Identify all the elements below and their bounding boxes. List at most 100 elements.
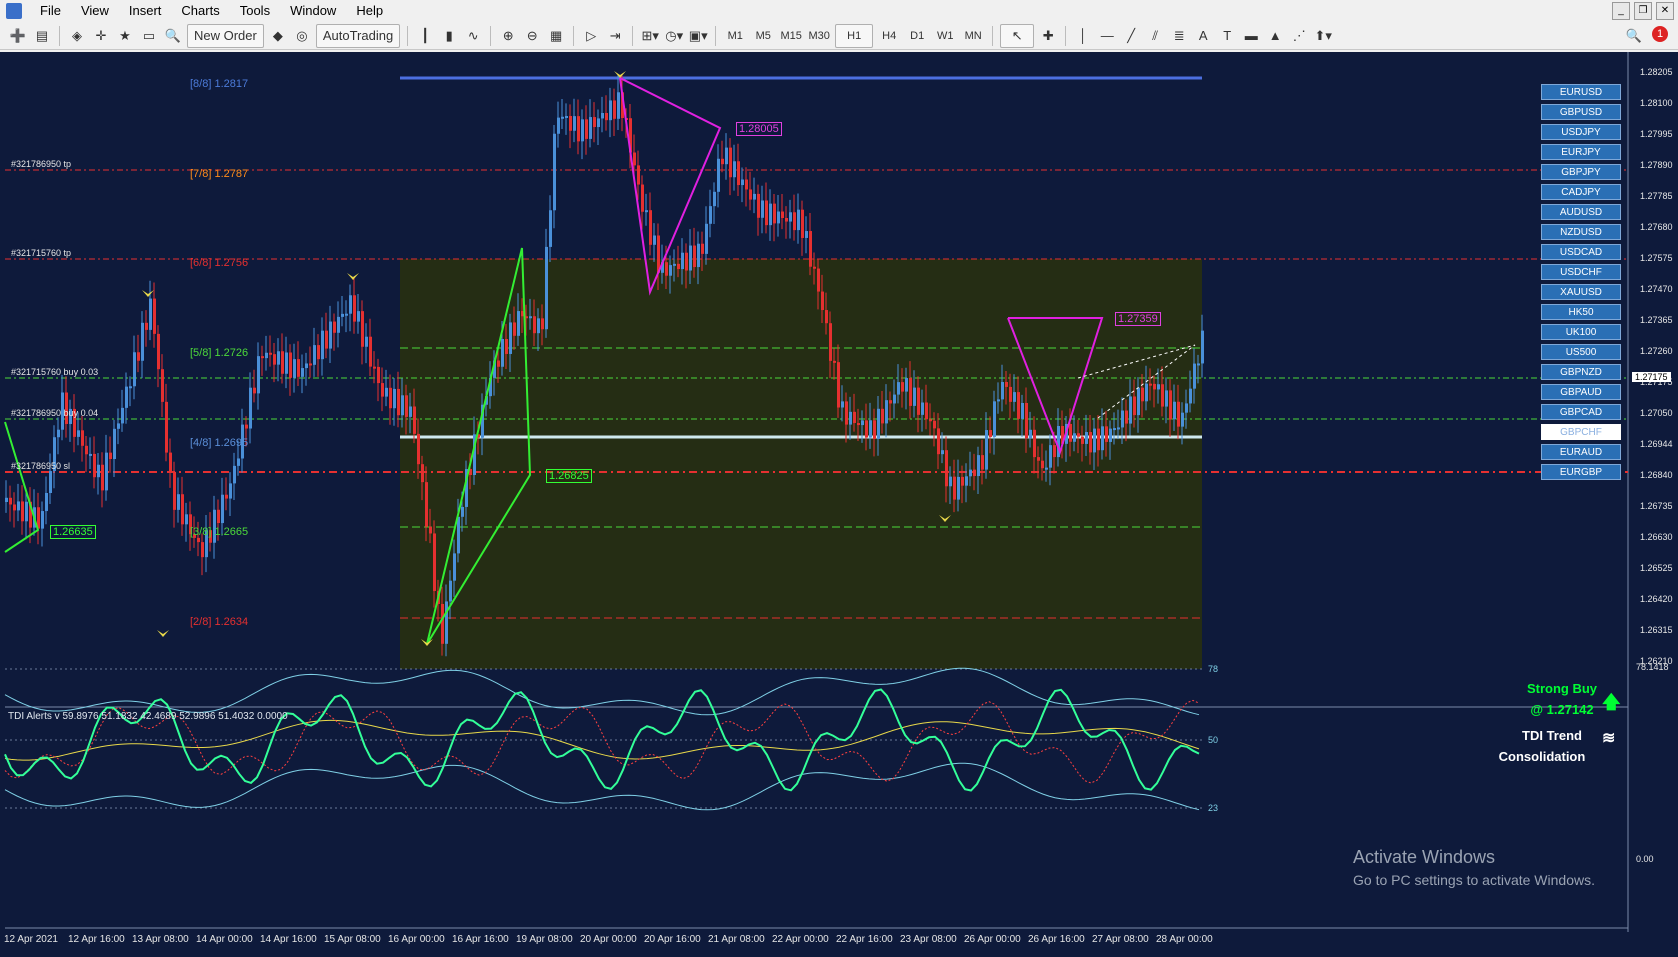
tdi-axis-bottom: 0.00	[1636, 854, 1654, 864]
terminal-icon[interactable]: ▭	[139, 25, 159, 47]
cursor-icon[interactable]: ↖	[1000, 23, 1035, 48]
symbol-button-gbpchf[interactable]: GBPCHF	[1541, 424, 1621, 440]
candle-body	[265, 352, 268, 359]
symbol-button-eurgbp[interactable]: EURGBP	[1541, 464, 1621, 480]
new-chart-icon[interactable]: ➕	[8, 25, 28, 47]
symbol-button-gbpcad[interactable]: GBPCAD	[1541, 404, 1621, 420]
rectangle-icon[interactable]: ▬	[1241, 25, 1261, 47]
candle-body	[177, 494, 180, 510]
autoscroll-icon[interactable]: ▷	[581, 25, 601, 47]
timeframe-w1[interactable]: W1	[933, 25, 957, 47]
symbol-button-audusd[interactable]: AUDUSD	[1541, 204, 1621, 220]
navigator-icon[interactable]: ★	[115, 25, 135, 47]
timeframe-h4[interactable]: H4	[877, 25, 901, 47]
pattern-price-mid: 1.26825	[546, 469, 592, 483]
price-axis-label: 1.26735	[1640, 501, 1673, 511]
zoom-out-icon[interactable]: ⊖	[522, 25, 542, 47]
fibonacci-icon[interactable]: ≣	[1169, 25, 1189, 47]
menu-tools[interactable]: Tools	[230, 0, 280, 22]
timeframe-m15[interactable]: M15	[779, 25, 803, 47]
time-axis-label: 28 Apr 00:00	[1156, 934, 1213, 945]
candle-body	[345, 313, 348, 316]
timeframe-m1[interactable]: M1	[723, 25, 747, 47]
autotrading-button[interactable]: AutoTrading	[315, 23, 401, 48]
gann-icon[interactable]: ⋰	[1289, 25, 1309, 47]
restore-icon[interactable]: ❐	[1634, 2, 1652, 20]
text-icon[interactable]: A	[1193, 25, 1213, 47]
timeframe-m5[interactable]: M5	[751, 25, 775, 47]
indicators-icon[interactable]: ⊞▾	[640, 25, 660, 47]
timeframe-mn[interactable]: MN	[961, 25, 985, 47]
horizontal-line-icon[interactable]: —	[1097, 25, 1117, 47]
menu-charts[interactable]: Charts	[171, 0, 229, 22]
menu-view[interactable]: View	[71, 0, 119, 22]
market-watch-icon[interactable]: ◈	[67, 25, 87, 47]
symbol-button-gbpjpy[interactable]: GBPJPY	[1541, 164, 1621, 180]
chart-shift-icon[interactable]: ⇥	[605, 25, 625, 47]
menu-file[interactable]: File	[30, 0, 71, 22]
candle-body	[645, 210, 648, 213]
candle-body	[25, 501, 28, 522]
vertical-line-icon[interactable]: │	[1073, 25, 1093, 47]
price-axis-label: 1.26315	[1640, 625, 1673, 635]
candle-body	[161, 369, 164, 402]
timeframe-d1[interactable]: D1	[905, 25, 929, 47]
symbol-button-euraud[interactable]: EURAUD	[1541, 444, 1621, 460]
symbol-button-nzdusd[interactable]: NZDUSD	[1541, 224, 1621, 240]
time-axis-label: 26 Apr 16:00	[1028, 934, 1085, 945]
candle-body	[337, 316, 340, 333]
symbol-button-gbpnzd[interactable]: GBPNZD	[1541, 364, 1621, 380]
profiles-icon[interactable]: ▤	[32, 25, 52, 47]
symbol-button-usdjpy[interactable]: USDJPY	[1541, 124, 1621, 140]
symbol-button-hk50[interactable]: HK50	[1541, 304, 1621, 320]
tester-icon[interactable]: 🔍	[163, 25, 183, 47]
candle-body	[1097, 428, 1100, 451]
candle-body	[333, 321, 336, 333]
candle-body	[1069, 423, 1072, 442]
templates-icon[interactable]: ▣▾	[688, 25, 708, 47]
symbol-button-gbpusd[interactable]: GBPUSD	[1541, 104, 1621, 120]
price-axis-label: 1.27260	[1640, 346, 1673, 356]
tdi-level-23: 23	[1208, 803, 1219, 813]
symbol-button-eurjpy[interactable]: EURJPY	[1541, 144, 1621, 160]
close-icon[interactable]: ✕	[1656, 2, 1674, 20]
candle-body	[1173, 401, 1176, 420]
notification-badge[interactable]: 1	[1652, 26, 1668, 42]
arrows-icon[interactable]: ⬆▾	[1313, 25, 1333, 47]
chart-window[interactable]: [8/8] 1.2817 [7/8] 1.2787 [6/8] 1.2756 [5/8…	[0, 52, 1678, 957]
candle-chart-icon[interactable]: ▮	[439, 25, 459, 47]
candle-body	[821, 291, 824, 311]
periods-icon[interactable]: ◷▾	[664, 25, 684, 47]
menu-window[interactable]: Window	[280, 0, 346, 22]
candle-body	[125, 386, 128, 408]
candle-body	[553, 133, 556, 211]
symbol-button-us500[interactable]: US500	[1541, 344, 1621, 360]
symbol-button-usdchf[interactable]: USDCHF	[1541, 264, 1621, 280]
minimize-icon[interactable]: _	[1612, 2, 1630, 20]
crosshair-icon[interactable]: ✚	[1038, 25, 1058, 47]
timeframe-m30[interactable]: M30	[807, 25, 831, 47]
text-label-icon[interactable]: T	[1217, 25, 1237, 47]
channel-icon[interactable]: ⫽	[1145, 25, 1165, 47]
symbol-button-usdcad[interactable]: USDCAD	[1541, 244, 1621, 260]
symbol-button-gbpaud[interactable]: GBPAUD	[1541, 384, 1621, 400]
metaeditor-icon[interactable]: ◆	[268, 25, 288, 47]
symbol-list: EURUSD GBPUSD USDJPY EURJPY GBPJPY CADJPY AUDU…	[1541, 84, 1621, 484]
search-icon[interactable]: 🔍	[1624, 25, 1644, 47]
menu-insert[interactable]: Insert	[119, 0, 172, 22]
tile-windows-icon[interactable]: ▦	[546, 25, 566, 47]
symbol-button-xauusd[interactable]: XAUUSD	[1541, 284, 1621, 300]
trendline-icon[interactable]: ╱	[1121, 25, 1141, 47]
data-window-icon[interactable]: ✛	[91, 25, 111, 47]
triangle-icon[interactable]: ▲	[1265, 25, 1285, 47]
signals-icon[interactable]: ◎	[292, 25, 312, 47]
menu-help[interactable]: Help	[346, 0, 393, 22]
symbol-button-cadjpy[interactable]: CADJPY	[1541, 184, 1621, 200]
symbol-button-uk100[interactable]: UK100	[1541, 324, 1621, 340]
line-chart-icon[interactable]: ∿	[463, 25, 483, 47]
zoom-in-icon[interactable]: ⊕	[498, 25, 518, 47]
symbol-button-eurusd[interactable]: EURUSD	[1541, 84, 1621, 100]
bar-chart-icon[interactable]: ┃	[415, 25, 435, 47]
timeframe-h1[interactable]: H1	[835, 23, 874, 48]
new-order-button[interactable]: New Order	[187, 23, 264, 48]
